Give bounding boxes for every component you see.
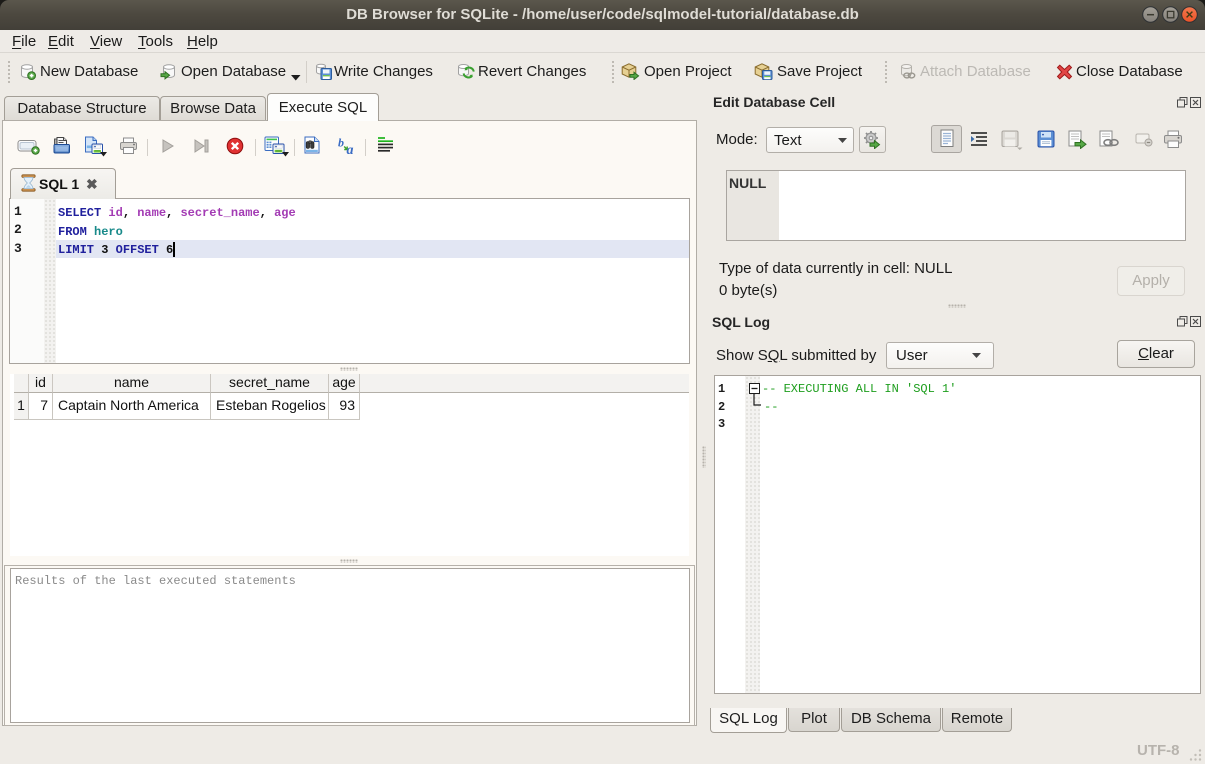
svg-text:b: b [338,136,344,150]
svg-text:a: a [347,143,354,156]
